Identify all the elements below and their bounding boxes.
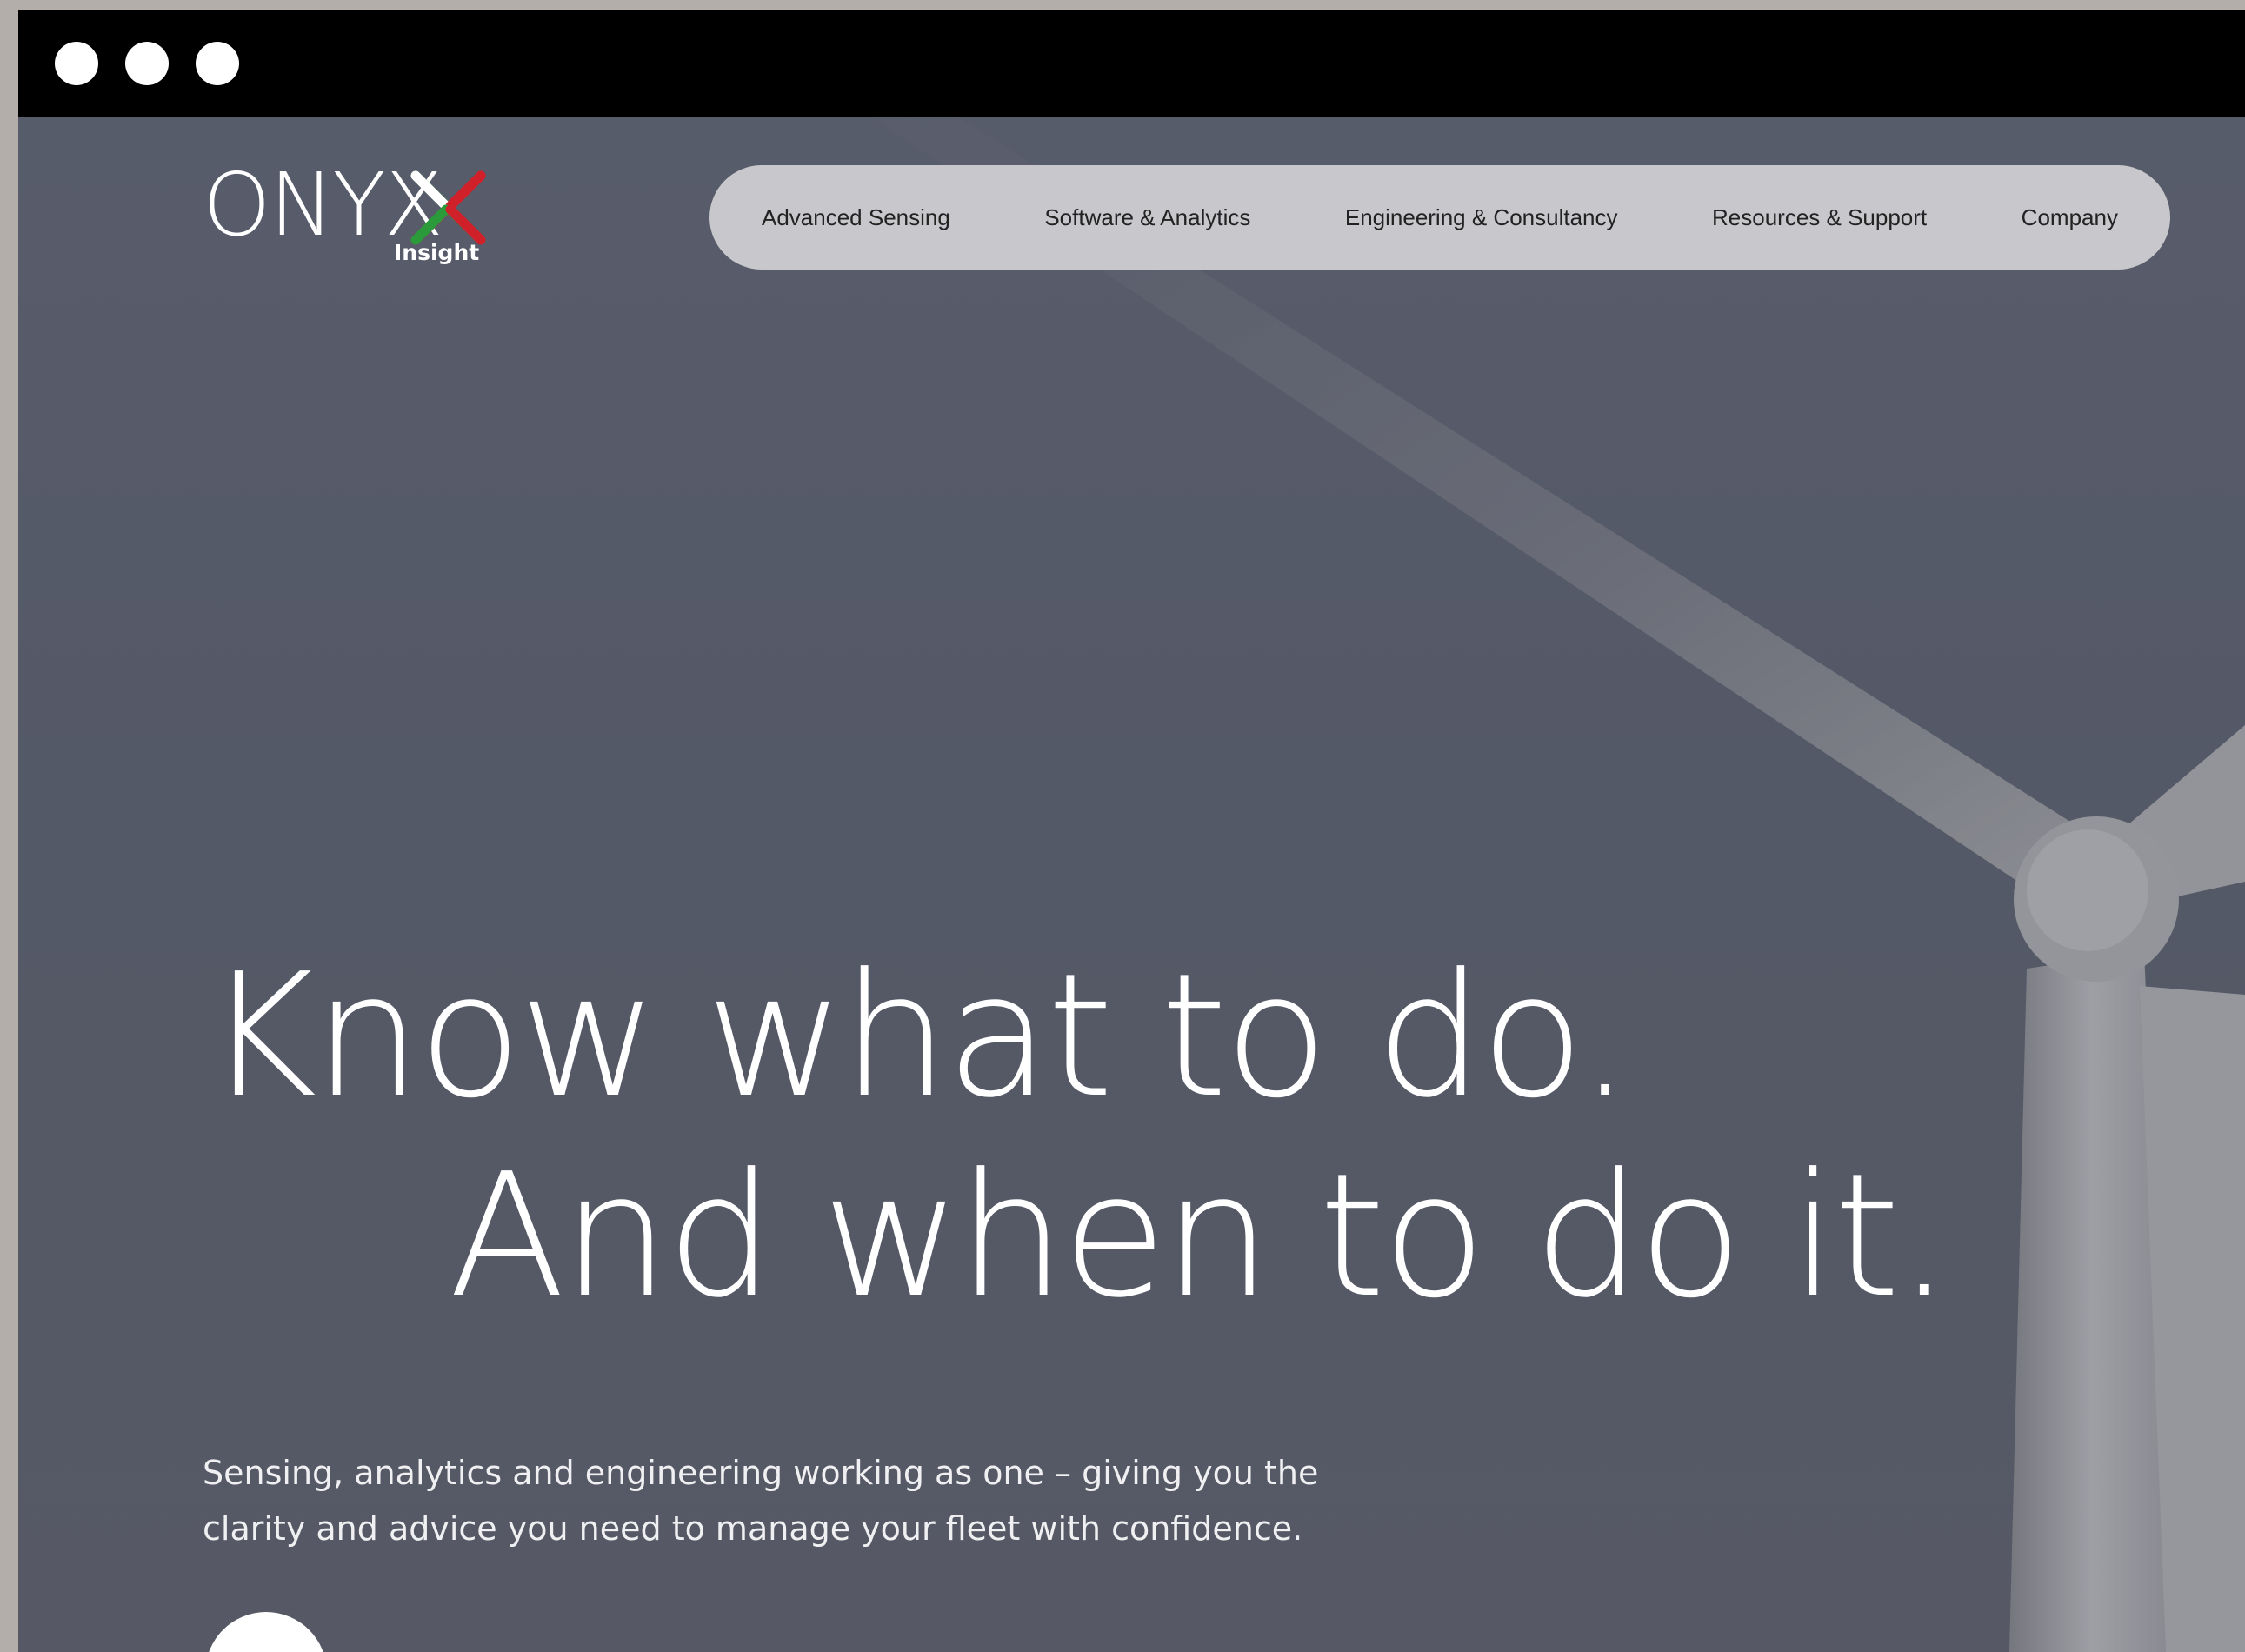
hero-headline-line2: And when to do it.	[449, 1137, 1951, 1336]
nav-item-software-analytics[interactable]: Software & Analytics	[1044, 204, 1250, 231]
window-titlebar	[18, 10, 2245, 117]
window-close-dot[interactable]	[55, 42, 98, 85]
main-navigation: Advanced Sensing Software & Analytics En…	[709, 165, 2170, 270]
wind-turbine-background	[18, 117, 2245, 1652]
window-maximize-dot[interactable]	[196, 42, 239, 85]
hero-subtext-line1: Sensing, analytics and engineering worki…	[203, 1454, 1319, 1492]
logo-x-mark-icon	[410, 170, 486, 245]
browser-window: ONYX Insight Advanced Sensing Software &…	[18, 10, 2245, 1652]
onyx-insight-logo[interactable]: ONYX Insight	[203, 162, 490, 275]
nav-item-engineering-consultancy[interactable]: Engineering & Consultancy	[1345, 204, 1618, 231]
hero-subtext-line2: clarity and advice you need to manage yo…	[203, 1509, 1303, 1548]
logo-wordmark: ONYX	[203, 154, 443, 256]
window-minimize-dot[interactable]	[125, 42, 169, 85]
logo-subtitle: Insight	[394, 240, 480, 265]
nav-item-company[interactable]: Company	[2022, 204, 2118, 231]
nav-item-resources-support[interactable]: Resources & Support	[1712, 204, 1927, 231]
nav-item-advanced-sensing[interactable]: Advanced Sensing	[762, 204, 950, 231]
hero-section: ONYX Insight Advanced Sensing Software &…	[18, 117, 2245, 1652]
hero-subtext: Sensing, analytics and engineering worki…	[203, 1445, 1420, 1556]
hero-headline-line1: Know what to do.	[205, 937, 1632, 1136]
